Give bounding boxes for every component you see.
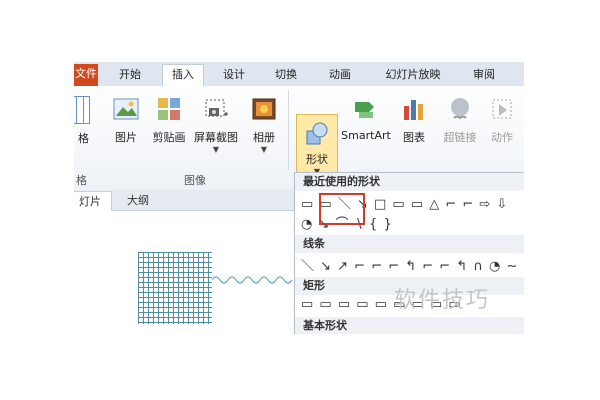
table-icon: [74, 96, 90, 124]
tab-home[interactable]: 开始: [110, 65, 150, 85]
tab-outline[interactable]: 大纲: [118, 191, 158, 210]
shapes-label: 形状: [306, 153, 328, 166]
smartart-label: SmartArt: [341, 129, 391, 142]
hyperlink-button[interactable]: 超链接: [440, 90, 480, 162]
hyperlink-icon: [451, 98, 469, 120]
album-button[interactable]: 相册 ▼: [244, 90, 284, 162]
tab-file[interactable]: 文件: [74, 64, 98, 86]
chart-icon: [404, 100, 423, 120]
tab-slides[interactable]: 灯片: [74, 191, 112, 211]
action-label: 动作: [491, 131, 513, 144]
clipart-icon: [158, 98, 180, 120]
tab-insert[interactable]: 插入: [162, 64, 204, 87]
group-label-images: 图像: [184, 174, 206, 187]
screenshot-label: 屏幕截图: [194, 131, 238, 144]
table-label: 格: [78, 132, 89, 145]
selected-shape-highlight: [319, 193, 365, 225]
chevron-down-icon: ▼: [260, 145, 268, 154]
chart-label: 图表: [403, 131, 425, 144]
ribbon-tab-bar: 文件 开始 插入 设计 切换 动画 幻灯片放映 审阅: [74, 62, 524, 87]
tab-animations[interactable]: 动画: [320, 65, 360, 85]
picture-label: 图片: [115, 131, 137, 144]
recent-shapes-header: 最近使用的形状: [295, 173, 524, 191]
shapes-icon: [306, 122, 328, 145]
smartart-button[interactable]: SmartArt: [338, 90, 394, 162]
album-icon: [252, 98, 276, 120]
grid-shape[interactable]: [138, 252, 212, 324]
picture-icon: [113, 98, 139, 120]
table-button[interactable]: 格: [74, 90, 96, 162]
group-separator: [288, 90, 289, 170]
slides-pane: 灯片 大纲: [74, 190, 294, 334]
lines-header: 线条: [295, 235, 524, 253]
clipart-label: 剪贴画: [152, 131, 186, 144]
smartart-icon: [355, 102, 374, 118]
pane-tab-bar: 灯片 大纲: [74, 190, 294, 211]
album-label: 相册: [253, 131, 275, 144]
screenshot-button[interactable]: 屏幕截图 ▼: [190, 90, 242, 162]
lines-row[interactable]: ＼ ↘ ↗ ⌐ ⌐ ⌐ ↰ ⌐ ⌐ ↰ ∩ ◔ ~: [301, 255, 518, 274]
screenshot-icon: [205, 99, 228, 117]
picture-button[interactable]: 图片: [106, 90, 146, 162]
chart-button[interactable]: 图表: [394, 90, 434, 162]
action-button[interactable]: 动作: [482, 90, 522, 162]
watermark-text: 软件技巧: [394, 288, 491, 313]
group-label-table: 格: [76, 174, 87, 187]
hyperlink-label: 超链接: [443, 131, 477, 144]
action-icon: [492, 99, 512, 119]
basic-shapes-header: 基本形状: [295, 317, 524, 334]
chevron-down-icon: ▼: [212, 145, 220, 154]
tab-slideshow[interactable]: 幻灯片放映: [374, 65, 452, 85]
tab-design[interactable]: 设计: [214, 65, 254, 85]
tab-review[interactable]: 审阅: [464, 65, 504, 85]
wavy-line-shape[interactable]: [212, 270, 294, 290]
clipart-button[interactable]: 剪贴画: [148, 90, 190, 162]
tab-transitions[interactable]: 切换: [266, 65, 306, 85]
